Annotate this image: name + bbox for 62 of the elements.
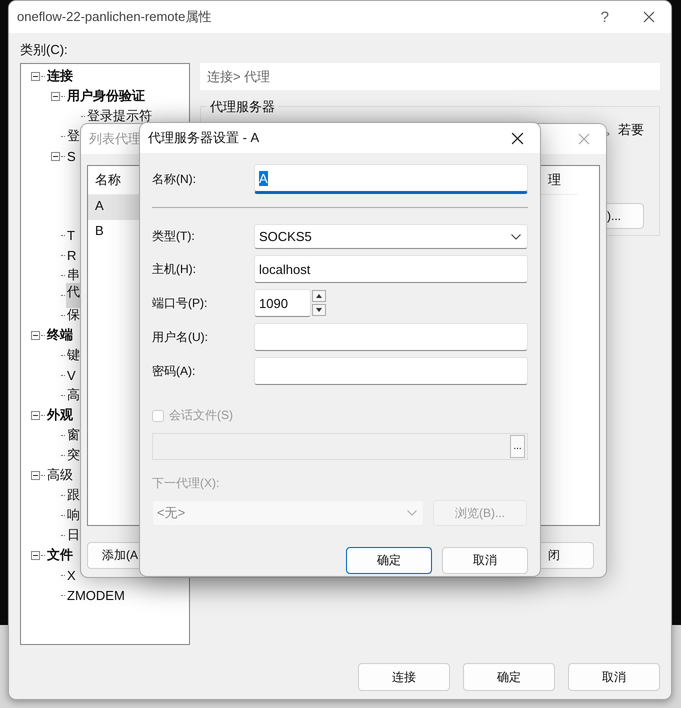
chevron-down-icon (407, 510, 417, 516)
port-field[interactable]: 1090 (254, 289, 311, 317)
tree-item[interactable]: 窗 (66, 426, 81, 444)
tree-item[interactable]: R (66, 248, 78, 262)
field-label: 名称(N): (152, 170, 197, 188)
tree-item[interactable]: 日 (66, 526, 81, 544)
close-icon[interactable] (511, 132, 524, 144)
collapse-icon[interactable] (31, 550, 40, 560)
dialog-button[interactable]: 确定 (346, 547, 432, 574)
collapse-icon[interactable] (51, 152, 60, 160)
tree-item[interactable]: ZMODEM (66, 588, 126, 602)
tree-item[interactable]: 用户身份验证 (66, 87, 146, 105)
dialog-button[interactable]: 连接 (358, 663, 450, 691)
collapse-icon[interactable] (31, 330, 40, 340)
tree-item[interactable]: 文件 (46, 546, 74, 564)
tree-item[interactable]: X (66, 568, 77, 582)
dialog-button[interactable]: 确定 (463, 663, 555, 691)
field-label: 下一代理(X): (152, 475, 220, 492)
input-field[interactable] (254, 323, 528, 351)
tree-item[interactable]: 高 (66, 386, 81, 404)
tree-item[interactable]: 突 (66, 446, 81, 464)
field-label: 端口号(P): (152, 294, 208, 312)
window-title: 代理服务器设置 - A (148, 129, 260, 147)
tree-item[interactable]: 保 (66, 306, 81, 324)
column-header[interactable]: 理 (548, 171, 561, 189)
type-dropdown[interactable]: SOCKS5 (254, 224, 528, 249)
input-field[interactable]: localhost (254, 255, 528, 283)
tree-item[interactable]: 登录提示符 (86, 107, 153, 125)
collapse-icon[interactable] (31, 470, 40, 480)
field-label: 密码(A): (152, 362, 196, 380)
spin-down-icon[interactable] (312, 304, 326, 316)
group-title: 代理服务器 (207, 98, 278, 116)
window-title: oneflow-22-panlichen-remote属性 (17, 8, 212, 26)
input-field[interactable] (254, 357, 528, 385)
tree-item[interactable]: 终端 (46, 326, 74, 344)
collapse-icon[interactable] (51, 92, 60, 100)
tree-item[interactable]: 响 (66, 506, 81, 524)
tree-item[interactable]: S (66, 148, 77, 164)
close-icon[interactable] (643, 11, 655, 23)
spin-up-icon[interactable] (312, 290, 326, 302)
field-label: 类型(T): (152, 228, 196, 245)
tree-item[interactable]: V (66, 368, 77, 382)
collapse-icon[interactable] (31, 72, 40, 80)
category-label: 类别(C): (20, 41, 69, 59)
tree-item[interactable]: 键 (66, 346, 81, 364)
tree-item[interactable]: 串 (66, 266, 81, 284)
input-field[interactable]: A (254, 164, 528, 194)
help-button[interactable]: ? (600, 8, 609, 26)
dialog-button[interactable]: 取消 (442, 547, 528, 574)
tree-item[interactable]: T (66, 228, 76, 242)
tree-item[interactable]: 外观 (46, 406, 74, 424)
field-label: 主机(H): (152, 260, 197, 278)
chevron-down-icon (511, 234, 521, 240)
breadcrumb: 连接> 代理 (200, 63, 660, 90)
dialog-button[interactable]: 取消 (568, 663, 660, 691)
collapse-icon[interactable] (31, 410, 40, 420)
tree-item[interactable]: 跟 (66, 486, 81, 504)
tree-item[interactable]: 登 (66, 127, 81, 145)
field-label: 用户名(U): (152, 328, 209, 346)
tree-item[interactable]: 高级 (46, 466, 74, 484)
checkbox-label: 会话文件(S) (169, 407, 233, 424)
tree-item[interactable]: 连接 (46, 67, 74, 85)
